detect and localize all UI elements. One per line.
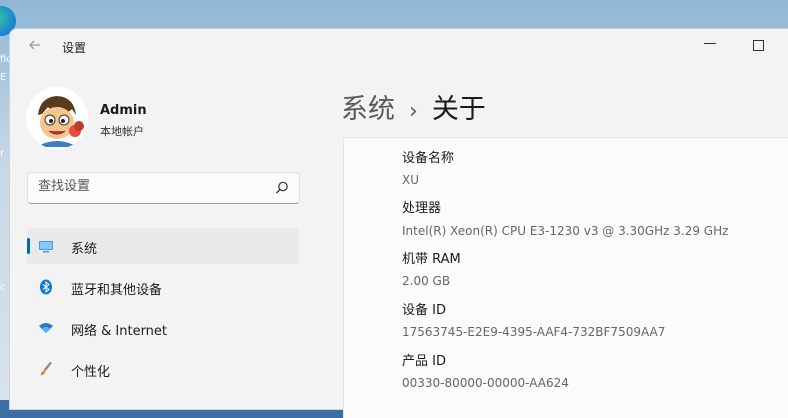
settings-window: 设置 Admin 本地帐户 查找设置 系统 蓝牙和其他设备 网络 & Inter… xyxy=(9,28,788,418)
search-box[interactable] xyxy=(27,172,300,204)
wifi-icon xyxy=(39,323,53,333)
spec-value: XU xyxy=(402,173,420,187)
title-bar[interactable]: 设置 xyxy=(10,29,788,65)
search-icon[interactable] xyxy=(274,180,290,196)
window-title: 设置 xyxy=(62,41,87,55)
account-type: 本地帐户 xyxy=(100,125,144,138)
sidebar-item-system[interactable]: 系统 xyxy=(27,228,299,264)
selection-indicator xyxy=(27,238,30,254)
spec-label: 机带 RAM xyxy=(402,252,461,267)
device-specs-card: 设备名称 XU 处理器 Intel(R) Xeon(R) CPU E3-1230… xyxy=(343,137,788,418)
sidebar-item-bluetooth[interactable]: 蓝牙和其他设备 xyxy=(27,269,299,305)
sidebar-item-label: 网络 & Internet xyxy=(71,324,168,339)
spec-label: 设备 ID xyxy=(402,303,446,318)
back-arrow-icon xyxy=(29,40,40,50)
sidebar-item-label: 蓝牙和其他设备 xyxy=(71,283,163,298)
monitor-icon xyxy=(39,241,53,253)
cartoon-avatar-icon xyxy=(26,87,88,149)
back-button[interactable] xyxy=(26,38,44,56)
breadcrumb-separator: › xyxy=(409,99,418,124)
brush-icon xyxy=(40,361,52,376)
desktop-label: r xyxy=(0,148,5,159)
spec-value: Intel(R) Xeon(R) CPU E3-1230 v3 @ 3.30GH… xyxy=(402,224,729,238)
breadcrumb: 系统 › 关于 xyxy=(341,87,486,126)
user-name: Admin xyxy=(100,103,147,118)
spec-label: 设备名称 xyxy=(402,151,455,166)
sidebar-item-label: 系统 xyxy=(71,242,98,257)
avatar[interactable] xyxy=(26,87,88,149)
sidebar-item-label: 个性化 xyxy=(71,365,111,380)
spec-label: 产品 ID xyxy=(402,354,446,369)
spec-value: 00330-80000-00000-AA624 xyxy=(402,376,569,390)
bluetooth-icon xyxy=(40,279,52,295)
desktop-label: c xyxy=(0,282,6,293)
sidebar-item-personalization[interactable]: 个性化 xyxy=(27,351,299,387)
minimize-button[interactable] xyxy=(704,43,716,44)
maximize-button[interactable] xyxy=(753,40,764,51)
spec-label: 处理器 xyxy=(402,201,442,216)
breadcrumb-parent[interactable]: 系统 xyxy=(341,94,395,125)
desktop-label: E xyxy=(0,72,7,83)
search-input[interactable] xyxy=(38,179,258,194)
spec-value: 2.00 GB xyxy=(402,274,451,288)
page-title: 关于 xyxy=(431,94,486,125)
sidebar-item-network[interactable]: 网络 & Internet xyxy=(27,310,299,346)
spec-value: 17563745-E2E9-4395-AAF4-732BF7509AA7 xyxy=(402,325,666,339)
